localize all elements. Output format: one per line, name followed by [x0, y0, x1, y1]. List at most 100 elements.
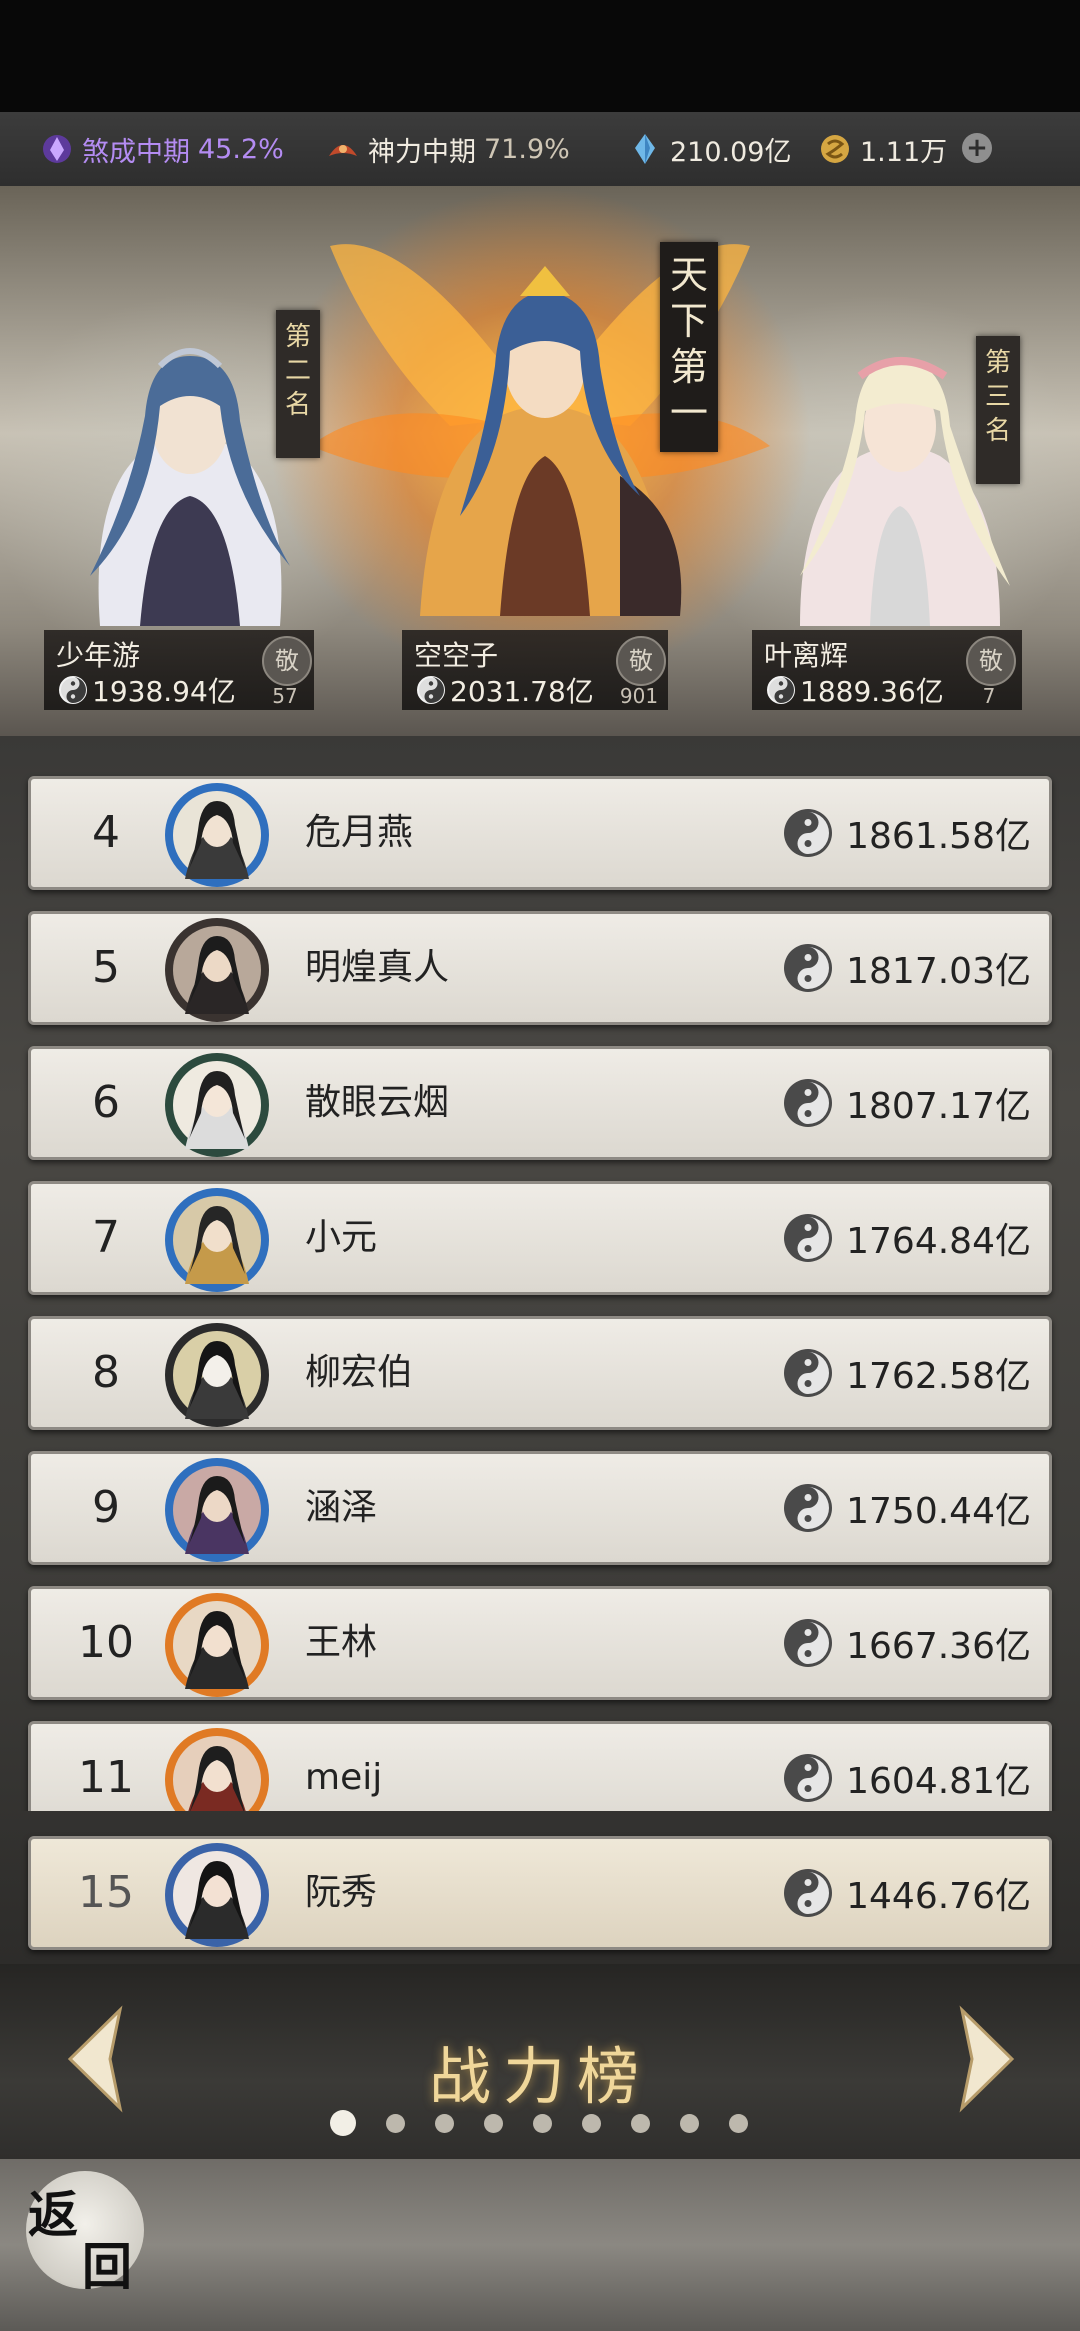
ranking-row[interactable]: 4 危月燕 1861.58亿	[28, 776, 1052, 890]
player-avatar	[165, 1323, 269, 1427]
page-dot[interactable]	[484, 2113, 503, 2133]
resource-bar: 煞成中期 45.2% 神力中期 71.9% 210.09亿 1.11万 +	[0, 112, 1080, 188]
first-place-banner: 天 下 第 一	[660, 242, 718, 452]
player-power: 1667.36亿	[782, 1589, 1031, 1697]
realm1-percent: 45.2%	[198, 133, 284, 165]
realm1-label: 煞成中期	[82, 136, 190, 168]
player-name: 危月燕	[305, 812, 414, 853]
ranking-row[interactable]: 10 王林 1667.36亿	[28, 1586, 1052, 1700]
yin-yang-icon	[784, 944, 833, 992]
player-power: 1861.58亿	[782, 779, 1031, 887]
realm1-stat[interactable]: 煞成中期 45.2%	[40, 130, 284, 169]
second-place-plate[interactable]: 少年游 1938.94亿 敬 57	[44, 630, 314, 710]
coin-amount: 1.11万	[860, 136, 948, 168]
player-avatar	[165, 1053, 269, 1157]
top-three-podium: 第 二 名 天 下 第 一 第 三 名 少年游 1938.94亿 敬 57 空空…	[0, 186, 1080, 736]
first-place-power: 2031.78亿	[416, 670, 594, 710]
rank-number: 6	[92, 1077, 120, 1128]
ranking-list[interactable]: 4 危月燕 1861.58亿 5 明煌真人 1817.03亿 6 散眼云烟 18…	[0, 756, 1080, 1811]
banner-char: 名	[284, 390, 311, 420]
second-place-respect-count: 57	[272, 684, 298, 708]
back-button[interactable]: 返 回	[26, 2171, 144, 2296]
player-name: 涵泽	[305, 1487, 378, 1528]
yin-yang-icon	[784, 1079, 833, 1127]
page-dot[interactable]	[729, 2113, 748, 2133]
third-place-power: 1889.36亿	[766, 670, 944, 710]
first-place-plate[interactable]: 空空子 2031.78亿 敬 901	[402, 630, 668, 710]
ranking-row[interactable]: 9 涵泽 1750.44亿	[28, 1451, 1052, 1565]
crystal-stat[interactable]: 210.09亿	[628, 130, 791, 169]
rank-number: 8	[92, 1347, 120, 1398]
player-power: 1750.44亿	[782, 1454, 1031, 1562]
page-dot[interactable]	[680, 2113, 699, 2133]
power-value: 1817.03亿	[846, 951, 1031, 992]
own-ranking-row[interactable]: 15 阮秀 1446.76亿	[28, 1836, 1052, 1950]
blue-crystal-icon	[635, 134, 655, 164]
banner-char: 二	[284, 356, 311, 386]
player-power: 1762.58亿	[782, 1319, 1031, 1427]
banner-char: 第	[984, 348, 1011, 378]
crystal-amount: 210.09亿	[670, 136, 792, 168]
player-avatar	[165, 918, 269, 1022]
banner-char: 名	[984, 416, 1011, 446]
own-power-value: 1446.76亿	[846, 1876, 1031, 1917]
power-value: 1750.44亿	[846, 1491, 1031, 1532]
red-aura-icon	[329, 145, 357, 156]
ranking-row[interactable]: 5 明煌真人 1817.03亿	[28, 911, 1052, 1025]
player-power: 1807.17亿	[782, 1049, 1031, 1157]
back-label-top: 返	[28, 2185, 78, 2244]
gold-coin-icon	[821, 135, 849, 163]
ranking-row[interactable]: 11 meij 1604.81亿	[28, 1721, 1052, 1811]
realm2-label: 神力中期	[368, 136, 476, 168]
third-place-respect-button[interactable]: 敬	[966, 636, 1016, 686]
leaderboard-title: 战力榜	[428, 2040, 651, 2113]
player-avatar	[165, 1593, 269, 1697]
ranking-row[interactable]: 7 小元 1764.84亿	[28, 1181, 1052, 1295]
ranking-row[interactable]: 6 散眼云烟 1807.17亿	[28, 1046, 1052, 1160]
rank-number: 7	[92, 1212, 120, 1263]
third-place-power-value: 1889.36亿	[800, 675, 944, 708]
first-place-character	[420, 266, 682, 616]
second-place-respect-button[interactable]: 敬	[262, 636, 312, 686]
page-dot[interactable]	[631, 2113, 650, 2133]
player-avatar	[165, 1458, 269, 1562]
second-place-name: 少年游	[56, 639, 141, 672]
yin-yang-icon	[417, 676, 445, 704]
third-place-banner: 第 三 名	[976, 336, 1020, 484]
page-dot[interactable]	[330, 2110, 356, 2136]
power-value: 1762.58亿	[846, 1356, 1031, 1397]
banner-char: 下	[669, 299, 708, 343]
page-dot[interactable]	[435, 2113, 454, 2133]
yin-yang-icon	[784, 1619, 833, 1667]
banner-char: 第	[669, 345, 708, 389]
leaderboard-footer: 战力榜	[0, 1964, 1080, 2159]
yin-yang-icon	[784, 1214, 833, 1262]
second-place-power-value: 1938.94亿	[92, 675, 236, 708]
power-value: 1807.17亿	[846, 1086, 1031, 1127]
yin-yang-icon	[784, 1484, 833, 1532]
power-value: 1764.84亿	[846, 1221, 1031, 1262]
chevron-right-icon[interactable]	[950, 2004, 1024, 2114]
own-player-power: 1446.76亿	[782, 1839, 1031, 1947]
ranking-row[interactable]: 8 柳宏伯 1762.58亿	[28, 1316, 1052, 1430]
first-place-respect-button[interactable]: 敬	[616, 636, 666, 686]
player-name: 散眼云烟	[305, 1082, 450, 1123]
rank-number: 10	[78, 1617, 134, 1668]
rank-number: 9	[92, 1482, 120, 1533]
banner-char: 天	[669, 253, 708, 297]
third-place-respect-count: 7	[982, 684, 996, 708]
page-dot[interactable]	[582, 2113, 601, 2133]
player-power: 1764.84亿	[782, 1184, 1031, 1292]
coin-stat[interactable]: 1.11万	[818, 130, 947, 169]
player-name: 王林	[305, 1622, 378, 1663]
realm2-stat[interactable]: 神力中期 71.9%	[326, 130, 570, 169]
player-name: meij	[305, 1757, 383, 1798]
player-power: 1604.81亿	[782, 1724, 1031, 1811]
back-label-bottom: 回	[82, 2237, 132, 2296]
third-place-plate[interactable]: 叶离辉 1889.36亿 敬 7	[752, 630, 1022, 710]
yin-yang-icon	[59, 676, 87, 704]
add-coin-button[interactable]: +	[962, 133, 992, 163]
page-dot[interactable]	[386, 2113, 405, 2133]
realm2-percent: 71.9%	[484, 133, 570, 165]
page-dot[interactable]	[533, 2113, 552, 2133]
